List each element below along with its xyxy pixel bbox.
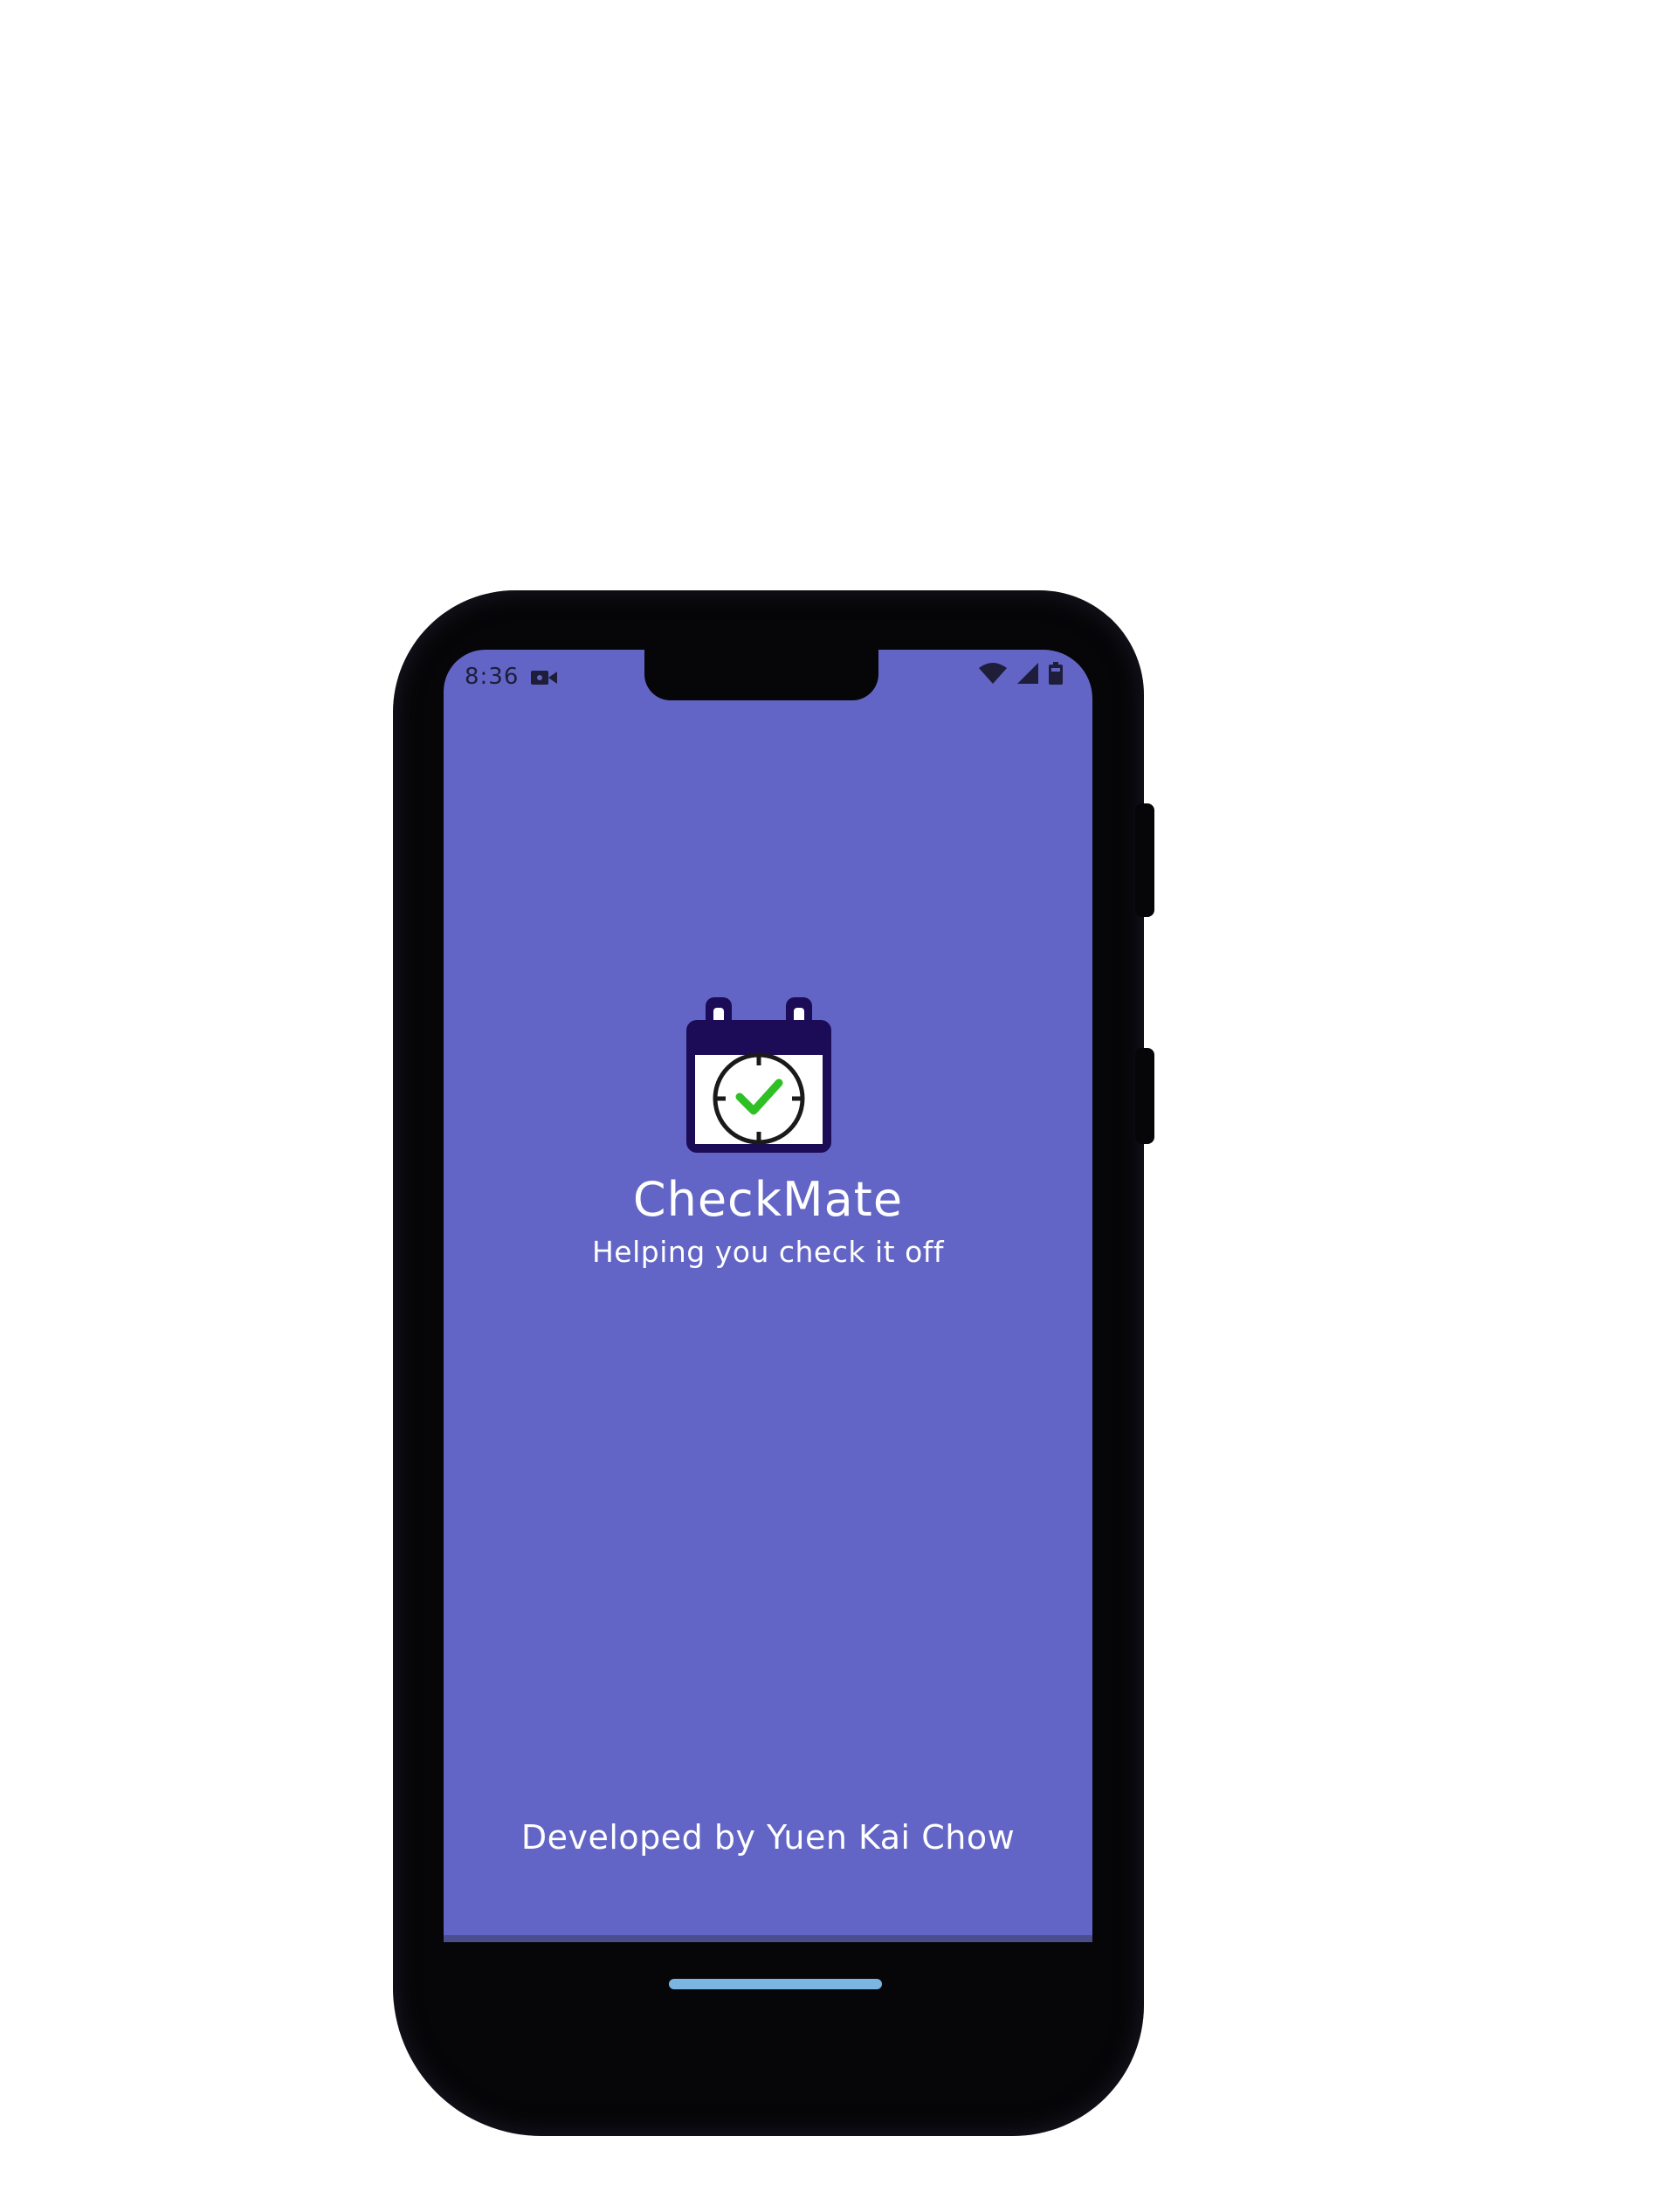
splash-screen: 8:36 CheckMate Helping you check it off … (444, 650, 1092, 1942)
home-indicator[interactable] (669, 1979, 882, 1989)
calendar-clock-check-icon (686, 997, 831, 1153)
wifi-icon (979, 663, 1007, 684)
status-icons (979, 662, 1063, 685)
page-background: 8:36 CheckMate Helping you check it off … (0, 0, 1660, 2212)
signal-icon (1017, 663, 1038, 684)
camera-notch (644, 650, 878, 700)
volume-button (1135, 803, 1154, 917)
battery-icon (1049, 662, 1063, 685)
power-button (1135, 1048, 1154, 1144)
video-camera-icon (531, 671, 557, 685)
app-title: CheckMate (632, 1172, 904, 1227)
app-tagline: Helping you check it off (591, 1235, 944, 1269)
developer-credit: Developed by Yuen Kai Chow (520, 1818, 1016, 1857)
screen-bottom-edge (444, 1935, 1092, 1942)
status-time: 8:36 (465, 664, 520, 690)
